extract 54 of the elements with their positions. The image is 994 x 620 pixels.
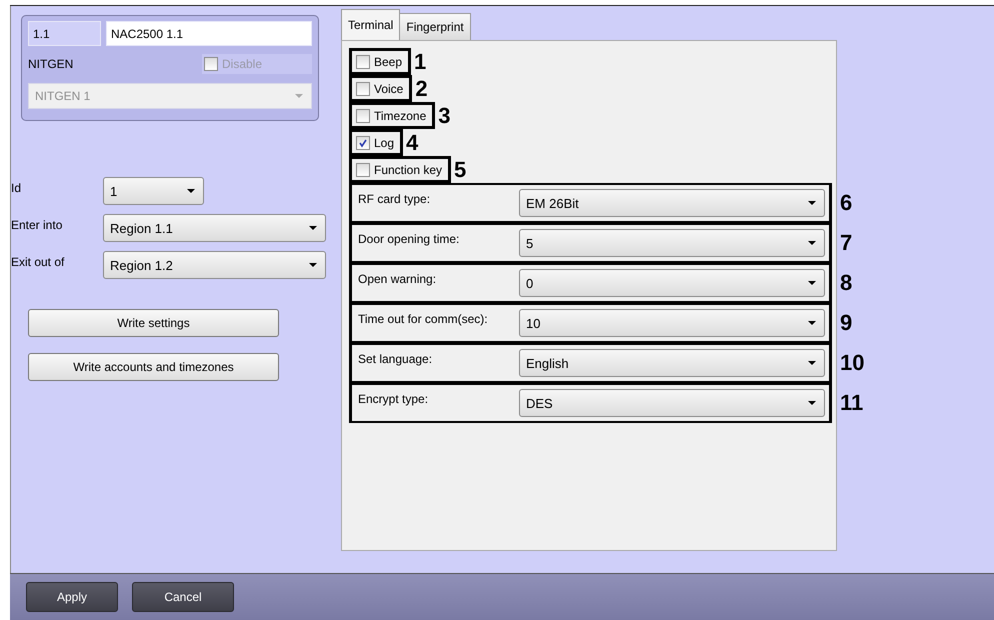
dropdown-arrow-icon — [309, 226, 317, 230]
option-checkbox[interactable]: Log — [349, 129, 404, 156]
dropdown-arrow-icon — [808, 401, 816, 405]
dropdown-arrow-icon — [808, 321, 816, 325]
setting-label: Encrypt type: — [358, 392, 428, 406]
annotation-number: 1 — [414, 48, 426, 74]
annotation-number: 9 — [840, 310, 852, 336]
setting-label: Open warning: — [358, 272, 436, 286]
annotation-number: 10 — [840, 350, 864, 376]
footer-button[interactable]: Apply — [26, 582, 118, 612]
tab[interactable]: Terminal — [341, 9, 400, 40]
dropdown-arrow-icon — [295, 94, 303, 98]
option-checkbox[interactable]: Voice — [349, 75, 412, 102]
annotation-number: 3 — [438, 102, 450, 128]
option-checkbox[interactable]: Beep — [349, 48, 412, 75]
annotation-number: 6 — [840, 190, 852, 216]
action-button[interactable]: Write accounts and timezones — [28, 353, 279, 381]
dropdown[interactable]: 5 — [519, 229, 825, 257]
option-checkbox[interactable]: Function key — [349, 156, 452, 183]
dropdown[interactable]: 10 — [519, 309, 825, 337]
setting-label: Door opening time: — [358, 232, 460, 246]
dropdown[interactable]: Region 1.1 — [103, 214, 326, 242]
device-type-label: NITGEN — [28, 57, 74, 71]
dropdown-arrow-icon — [187, 189, 195, 193]
annotation-number: 4 — [406, 130, 418, 156]
annotation-number: 8 — [840, 270, 852, 296]
footer-button[interactable]: Cancel — [132, 582, 234, 612]
name-field[interactable]: NAC2500 1.1 — [106, 21, 312, 46]
dropdown-arrow-icon — [808, 361, 816, 365]
dropdown[interactable]: 1 — [103, 177, 204, 205]
option-checkbox[interactable]: Timezone — [349, 102, 436, 129]
id-field[interactable]: 1.1 — [28, 21, 101, 46]
setting-label: Set language: — [358, 352, 432, 366]
field-label: Id — [11, 181, 22, 195]
field-label: Exit out of — [11, 255, 66, 269]
dropdown[interactable]: EM 26Bit — [519, 189, 825, 217]
action-button[interactable]: Write settings — [28, 309, 279, 337]
dropdown[interactable]: DES — [519, 389, 825, 417]
annotation-number: 7 — [840, 230, 852, 256]
dropdown[interactable]: 0 — [519, 269, 825, 297]
dropdown-arrow-icon — [309, 263, 317, 267]
dropdown-arrow-icon — [808, 241, 816, 245]
dropdown-arrow-icon — [808, 201, 816, 205]
annotation-number: 5 — [454, 156, 466, 182]
annotation-number: 2 — [415, 76, 428, 102]
field-label: Enter into — [11, 218, 64, 232]
dropdown[interactable]: Region 1.2 — [103, 251, 326, 279]
annotation-number: 11 — [840, 390, 864, 416]
tab[interactable]: Fingerprint — [399, 13, 471, 40]
setting-label: RF card type: — [358, 192, 430, 206]
check-mark-icon — [358, 138, 368, 148]
dropdown-arrow-icon — [808, 281, 816, 285]
dropdown[interactable]: English — [519, 349, 825, 377]
setting-label: Time out for comm(sec): — [358, 312, 488, 326]
